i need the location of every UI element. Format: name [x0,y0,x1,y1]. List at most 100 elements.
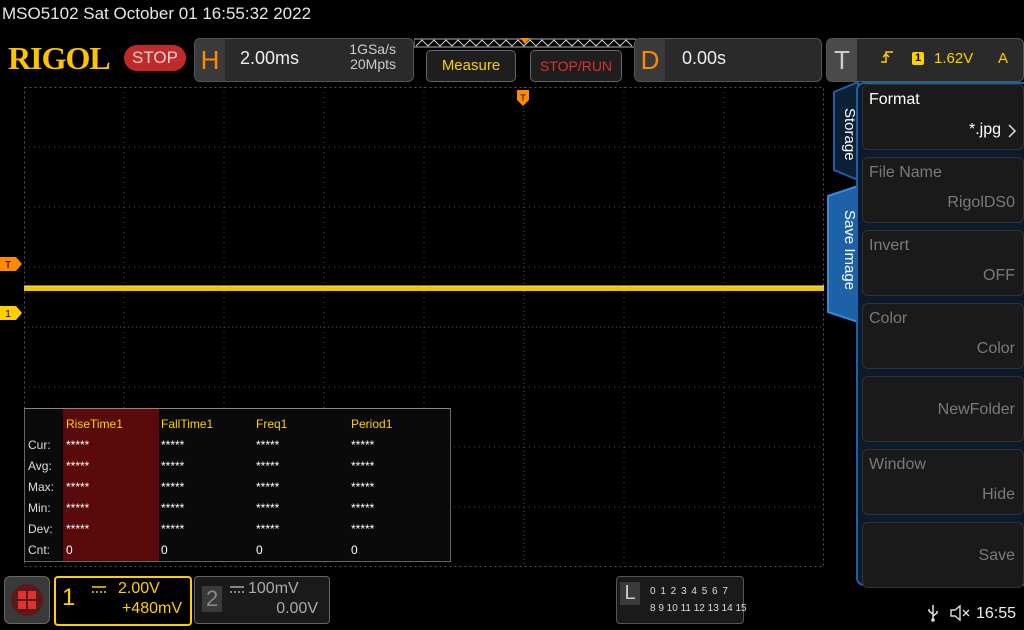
trigger-level-marker-label: T [5,260,11,271]
measure-button[interactable]: Measure [426,50,516,82]
menu-item-save[interactable]: Save [862,522,1024,588]
svg-text:T: T [520,93,526,103]
meas-row-label: Min: [28,501,51,515]
clock: 16:55 [976,605,1017,622]
title-line: MSO5102 Sat October 01 16:55:32 2022 [2,4,312,23]
delay-panel[interactable]: D [634,38,822,82]
meas-cell: ***** [66,522,90,536]
meas-cell: ***** [161,438,185,452]
horizontal-letter: H [195,39,225,81]
meas-col-header: RiseTime1 [66,417,123,431]
meas-cell: ***** [161,480,185,494]
ch2-number: 2 [202,586,223,612]
rising-edge-icon [880,50,894,67]
meas-cell: ***** [256,438,280,452]
rigol-logo: RIGOL [8,40,111,76]
delay-letter: D [635,39,665,81]
ch2-offset: 0.00V [276,600,318,617]
time-scale: 2.00ms [240,48,300,68]
menu-item-color[interactable]: Color Color [862,303,1024,369]
run-state-badge: STOP [124,45,186,71]
grid-menu-icon [11,584,43,616]
menu-item-format[interactable]: Format *.jpg [862,84,1024,150]
meas-row-label: Max: [28,480,55,494]
ch1-number: 1 [62,584,76,611]
trigger-mode: A [998,50,1009,67]
meas-cell: ***** [66,438,90,452]
meas-cell: ***** [161,522,185,536]
stop-run-button[interactable]: STOP/RUN [530,50,622,82]
trigger-panel[interactable]: T [826,38,1024,82]
ch1-offset: +480mV [121,600,182,617]
menu-item-value: RigolDS0 [947,194,1015,211]
meas-row-label: Cnt: [28,543,51,557]
meas-cell: ***** [161,501,185,515]
measurement-table[interactable]: RiseTime1 FallTime1 Freq1 Period1 Cur: *… [24,408,451,562]
menu-item-value: OFF [983,267,1015,284]
menu-item-file-name[interactable]: File Name RigolDS0 [862,157,1024,223]
menu-item-value: Hide [982,486,1015,503]
meas-cell: 0 [66,543,73,557]
meas-col-header: Freq1 [256,417,288,431]
meas-cell: ***** [256,501,280,515]
usb-icon [928,605,938,622]
menu-item-title: Format [869,91,920,108]
meas-col-header: FallTime1 [161,417,214,431]
meas-cell: ***** [351,438,375,452]
meas-cell: 0 [256,543,263,557]
menu-item-value: NewFolder [937,401,1015,418]
meas-cell: ***** [256,522,280,536]
dc-coupling-icon [92,586,106,593]
ch1-offset-marker-label: 1 [5,309,11,320]
trigger-level: 1.62V [934,50,974,67]
memory-depth: 20Mpts [350,56,396,72]
menu-item-title: Color [869,310,908,327]
trigger-letter: T [827,39,857,81]
meas-cell: ***** [351,501,375,515]
meas-cell: ***** [66,459,90,473]
menu-item-value: Save [978,547,1015,564]
menu-item-title: Invert [869,237,910,254]
sample-info: 1GSa/s 20Mpts [330,42,396,72]
tab-storage[interactable]: Storage [830,108,858,188]
menu-item-value: Color [976,340,1015,357]
menu-item-title: Window [869,456,926,473]
memory-ruler [414,38,636,48]
ch1-scale: 2.00V [118,580,160,597]
meas-row-label: Dev: [28,522,53,536]
meas-cell: ***** [161,459,185,473]
trigger-source-badge: 1 [912,52,924,65]
ch1-offset-marker[interactable]: 1 [0,306,22,320]
trigger-level-marker[interactable]: T [0,257,22,271]
meas-cell: ***** [256,459,280,473]
sample-rate: 1GSa/s [349,41,396,57]
meas-row-label: Cur: [28,438,51,452]
meas-cell: ***** [66,480,90,494]
meas-cell: ***** [66,501,90,515]
meas-col-header: Period1 [351,417,393,431]
chevron-right-icon [1008,124,1017,138]
speaker-muted-icon[interactable] [950,604,970,622]
ch2-scale: 100mV [248,580,299,597]
menu-item-value: *.jpg [968,121,1001,138]
delay-value: 0.00s [682,48,727,68]
menu-item-title: File Name [869,164,942,181]
meas-row-label: Avg: [28,459,52,473]
menu-item-new-folder[interactable]: NewFolder [862,376,1024,442]
menu-item-window[interactable]: Window Hide [862,449,1024,515]
meas-cell: 0 [161,543,168,557]
menu-item-invert[interactable]: Invert OFF [862,230,1024,296]
logic-letter: L [620,582,640,605]
meas-cell: 0 [351,543,358,557]
meas-cell: ***** [351,522,375,536]
meas-cell: ***** [256,480,280,494]
ch1-trace [24,286,824,291]
meas-cell: ***** [351,459,375,473]
trigger-position-marker[interactable]: T [517,90,529,106]
logic-channels-row1: 0 1 2 3 4 5 6 7 [650,586,729,597]
tab-save-image[interactable]: Save Image [830,210,858,320]
main-menu-button[interactable] [4,576,50,624]
meas-cell: ***** [351,480,375,494]
logic-channels-row2: 8 9 10 11 12 13 14 15 [650,603,747,614]
dc-coupling-icon [230,586,244,593]
